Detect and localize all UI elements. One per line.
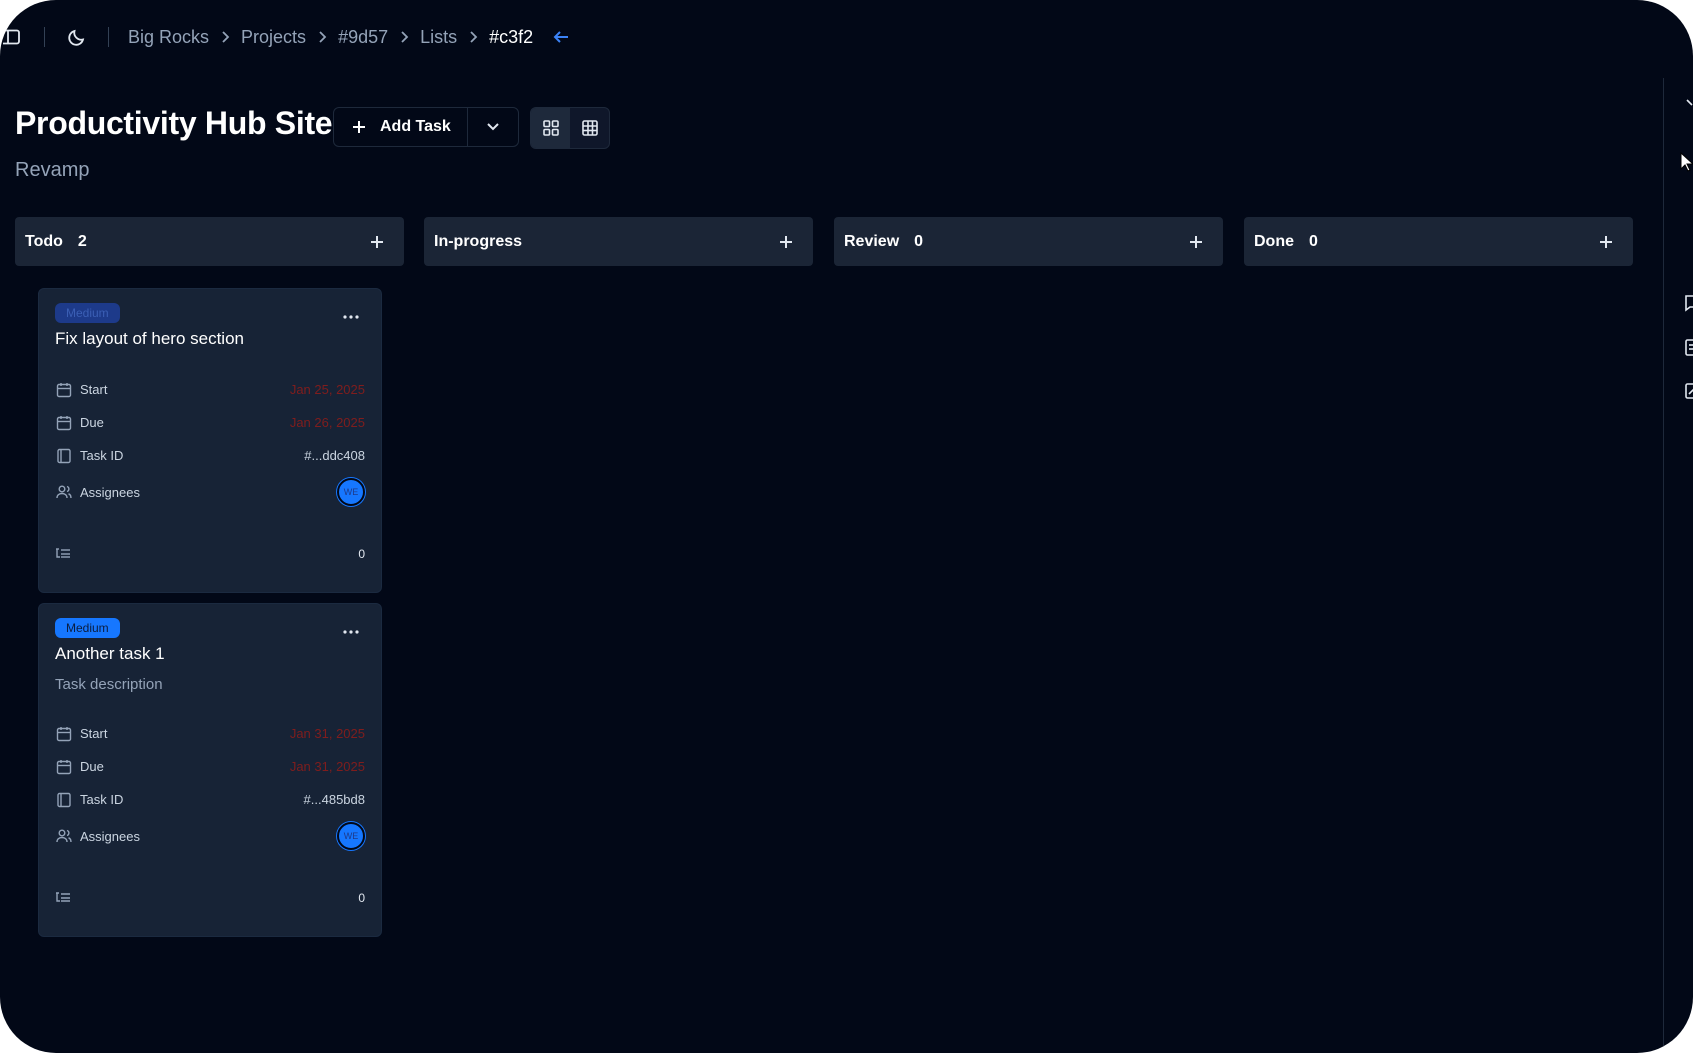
column-title: Done (1254, 232, 1294, 250)
task-card[interactable]: Medium Another task 1 Task description S… (38, 603, 382, 937)
column-title: Review (844, 232, 900, 250)
app-window: Big Rocks Projects #9d57 Lists #c3f2 Pro… (0, 0, 1693, 1053)
chevron-right-icon (220, 30, 230, 44)
breadcrumb-project-id[interactable]: #9d57 (338, 27, 388, 48)
due-label: Due (80, 415, 104, 430)
column-header-todo: Todo 2 (15, 217, 404, 266)
breadcrumb-current: #c3f2 (489, 26, 534, 47)
assignees-label: Assignees (80, 484, 140, 500)
start-date-row: Start Jan 25, 2025 (55, 373, 365, 406)
start-date: Jan 31, 2025 (289, 726, 365, 741)
chevron-icon[interactable] (1683, 96, 1693, 114)
breadcrumb-big-rocks[interactable]: Big Rocks (128, 27, 209, 48)
column-title: In-progress (434, 232, 523, 250)
view-toggle (530, 107, 610, 149)
subtask-count: 0 (358, 547, 365, 561)
plus-icon[interactable] (1184, 230, 1208, 254)
page-subtitle: Revamp (15, 159, 90, 181)
assignees-row: Assignees WE (55, 472, 365, 512)
breadcrumb-projects[interactable]: Projects (241, 27, 306, 48)
due-date-row: Due Jan 26, 2025 (55, 406, 365, 439)
task-card[interactable]: Medium Fix layout of hero section Start … (38, 288, 382, 593)
moon-icon[interactable] (63, 23, 91, 51)
users-icon (55, 827, 73, 845)
task-title: Fix layout of hero section (55, 329, 244, 348)
due-date: Jan 26, 2025 (289, 415, 365, 430)
subtasks-icon (55, 891, 71, 905)
cursor-icon (1680, 151, 1693, 172)
due-date-row: Due Jan 31, 2025 (55, 750, 365, 783)
calendar-icon (55, 758, 73, 776)
subtasks-row: 0 (55, 878, 365, 918)
task-id-label: Task ID (80, 792, 124, 807)
grid-icon (542, 119, 560, 137)
column-header-in-progress: In-progress (424, 217, 813, 266)
document-icon[interactable] (1683, 339, 1693, 357)
column-count: 0 (1309, 232, 1318, 250)
more-icon[interactable] (339, 309, 363, 325)
avatar[interactable]: WE (337, 822, 365, 850)
start-label: Start (80, 382, 108, 397)
calendar-icon (55, 725, 73, 743)
grid-view-button[interactable] (531, 108, 570, 148)
right-side-panel (1663, 78, 1693, 1053)
start-date: Jan 25, 2025 (289, 382, 365, 397)
add-task-label: Add Task (380, 118, 451, 135)
arrow-left-icon[interactable] (552, 29, 570, 45)
breadcrumb: Big Rocks Projects #9d57 Lists #c3f2 (128, 27, 570, 48)
task-id: #...ddc408 (304, 448, 365, 463)
column-count: 2 (77, 232, 87, 250)
breadcrumb-lists[interactable]: Lists (420, 27, 457, 48)
task-id-label: Task ID (80, 448, 124, 463)
assignees-label: Assignees (80, 828, 140, 844)
priority-badge: Medium (55, 303, 120, 323)
column-header-review: Review 0 (834, 217, 1223, 266)
calendar-icon (55, 381, 73, 399)
task-id-row: Task ID #...ddc408 (55, 439, 365, 472)
chevron-right-icon (317, 30, 327, 44)
column-header-done: Done 0 (1244, 217, 1633, 266)
users-icon (55, 483, 73, 501)
page-title: Productivity Hub Site (15, 105, 333, 141)
chevron-down-icon (486, 122, 500, 132)
sidebar-toggle-icon[interactable] (2, 23, 22, 51)
subtasks-row: 0 (55, 534, 365, 574)
plus-icon[interactable] (365, 230, 389, 254)
due-label: Due (80, 759, 104, 774)
subtasks-icon (55, 547, 71, 561)
column-count: 0 (914, 232, 924, 250)
add-task-dropdown-button[interactable] (466, 108, 518, 146)
start-label: Start (80, 726, 108, 741)
plus-icon[interactable] (1594, 230, 1618, 254)
table-view-button[interactable] (570, 108, 609, 148)
task-description: Task description (55, 676, 163, 693)
priority-badge: Medium (55, 618, 120, 638)
id-card-icon (55, 791, 73, 809)
add-task-group: Add Task (333, 107, 519, 147)
plus-icon (351, 119, 367, 135)
start-date-row: Start Jan 31, 2025 (55, 717, 365, 750)
more-icon[interactable] (339, 624, 363, 640)
task-id-row: Task ID #...485bd8 (55, 783, 365, 816)
due-date: Jan 31, 2025 (289, 759, 365, 774)
subtask-count: 0 (358, 891, 365, 905)
add-task-button[interactable]: Add Task (334, 108, 467, 146)
assignees-row: Assignees WE (55, 816, 365, 856)
calendar-icon (55, 414, 73, 432)
top-bar: Big Rocks Projects #9d57 Lists #c3f2 (0, 18, 570, 56)
avatar[interactable]: WE (337, 478, 365, 506)
chevron-right-icon (468, 30, 478, 44)
task-title: Another task 1 (55, 644, 165, 663)
task-id: #...485bd8 (303, 792, 365, 807)
edit-icon[interactable] (1683, 382, 1693, 400)
id-card-icon (55, 447, 73, 465)
divider (44, 27, 45, 47)
table-icon (581, 119, 599, 137)
column-title: Todo (25, 232, 63, 250)
message-icon[interactable] (1683, 294, 1693, 312)
divider (108, 27, 109, 47)
chevron-right-icon (399, 30, 409, 44)
plus-icon[interactable] (774, 230, 798, 254)
